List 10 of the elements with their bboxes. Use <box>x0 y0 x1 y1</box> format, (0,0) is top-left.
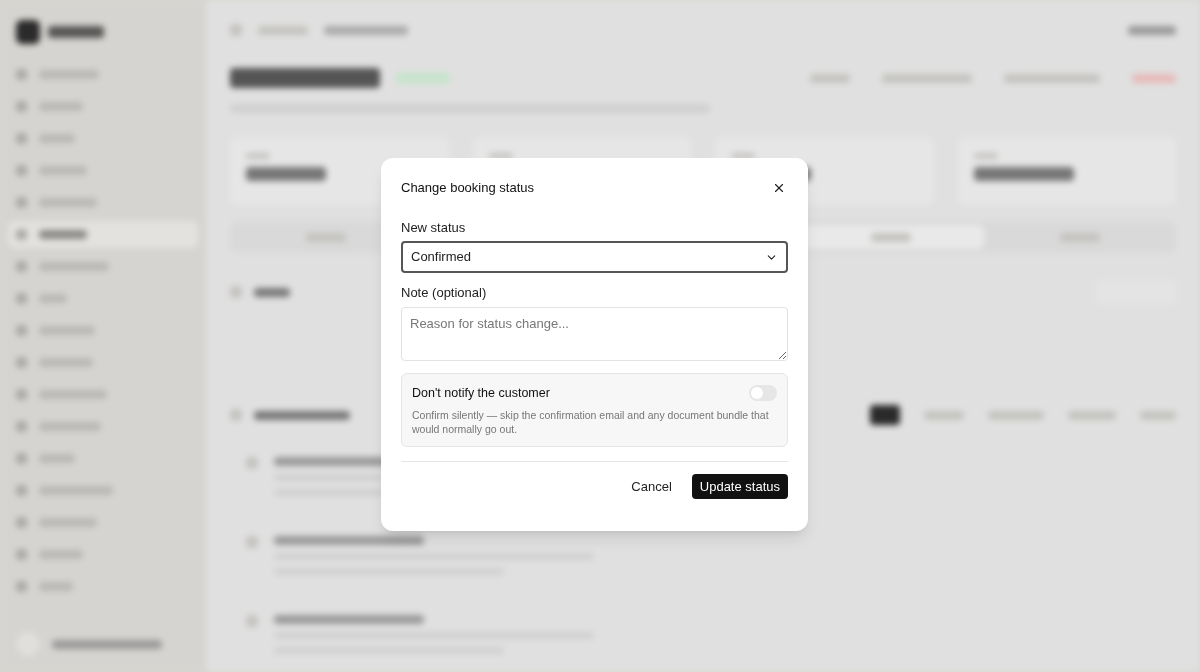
dialog-title: Change booking status <box>401 179 534 197</box>
update-status-button[interactable]: Update status <box>691 474 788 500</box>
option-description: Confirm silently — skip the confirmation email and any document bundle that would normally go out. <box>412 408 770 437</box>
note-field[interactable]: Reason for status change... <box>401 306 788 361</box>
field-label: New status <box>401 218 467 237</box>
field-label: Note (optional) <box>401 284 488 302</box>
status-select[interactable]: Confirmed <box>401 241 788 273</box>
option-title: Don't notify the customer <box>412 384 550 402</box>
toggle-switch[interactable] <box>749 384 777 401</box>
cancel-button[interactable]: Cancel <box>631 477 672 497</box>
